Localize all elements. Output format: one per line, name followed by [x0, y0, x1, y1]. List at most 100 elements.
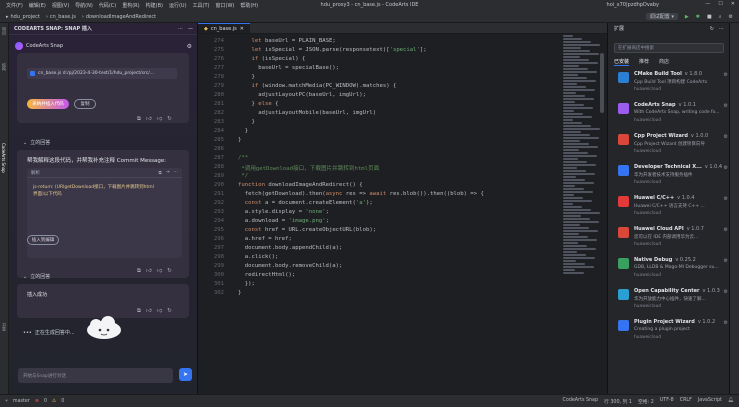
code-line[interactable]: adjustLayoutPC(baseUrl, imgUrl);: [238, 92, 366, 98]
extension-item[interactable]: Cpp Project Wizard v 1.0.0 Cpp Project Wiz…: [618, 132, 728, 162]
code-line[interactable]: fetch(getDownload).then(async res => awa…: [238, 191, 484, 197]
tab-store[interactable]: 商店: [659, 58, 669, 66]
close-tab-icon[interactable]: ✕: [240, 26, 244, 32]
insert-to-editor-button[interactable]: 插入到编辑: [27, 235, 59, 245]
gear-icon[interactable]: ⚙: [724, 72, 728, 78]
encoding[interactable]: UTF-8: [660, 398, 674, 405]
checkbox-icon[interactable]: [30, 71, 35, 76]
code-line[interactable]: const a = document.createElement('a');: [238, 200, 373, 206]
gear-icon[interactable]: ⚙: [724, 320, 728, 326]
minimap[interactable]: [563, 34, 603, 294]
extension-item[interactable]: CMake Build Tool v 1.8.0 Cpp Build Tool 项目…: [618, 70, 728, 100]
code-line[interactable]: let isSpecial = JSON.parse(responsetext)…: [238, 47, 426, 53]
copy-icon[interactable]: ⧉: [137, 268, 141, 275]
error-icon[interactable]: ⊗: [35, 399, 39, 404]
code-line[interactable]: a.click();: [238, 254, 279, 260]
line-ending[interactable]: CRLF: [680, 398, 692, 405]
search-icon[interactable]: ⌕: [719, 14, 722, 20]
send-button[interactable]: ➤: [179, 368, 192, 381]
refresh-icon[interactable]: ↻: [710, 26, 714, 32]
section-header[interactable]: ⌄ 立的回答: [23, 273, 50, 281]
code-line[interactable]: }: [238, 290, 241, 296]
adopt-insert-button[interactable]: 采纳并插入代码: [27, 99, 69, 109]
error-count[interactable]: 0: [44, 399, 47, 404]
code-line[interactable]: document.body.appendChild(a);: [238, 245, 343, 251]
tool-window-structure[interactable]: 结构: [1, 63, 7, 71]
warning-count[interactable]: 0: [61, 399, 64, 404]
gear-icon[interactable]: ⚙: [724, 134, 728, 140]
stop-icon[interactable]: ■: [707, 14, 712, 20]
code-line[interactable]: */: [238, 173, 248, 179]
settings-icon[interactable]: ⚙: [187, 43, 192, 50]
gear-icon[interactable]: ⚙: [724, 165, 728, 171]
thumbs-down-icon[interactable]: 👎︎: [157, 308, 163, 315]
code-line[interactable]: a.style.display = 'none';: [238, 209, 329, 215]
snap-status[interactable]: CodeArts Snap: [563, 398, 599, 405]
code-line[interactable]: baseUrl = specialBase();: [238, 65, 339, 71]
extension-item[interactable]: Huawei Cloud API v 1.0.7 您可以在 IDE 内部调用华为云.…: [618, 225, 728, 255]
code-line[interactable]: if (isSpecial) {: [238, 56, 305, 62]
code-line[interactable]: adjustLayoutMobile(baseUrl, imgUrl): [238, 110, 376, 116]
notifications-icon[interactable]: 🔔︎: [728, 398, 734, 405]
file-reference[interactable]: cn_base.js d:/pj/2023-4-30-test/1/hdu_pr…: [27, 68, 177, 79]
more-icon[interactable]: ⋯: [174, 170, 179, 176]
copy-button[interactable]: 复制: [74, 99, 96, 109]
refresh-icon[interactable]: ↻: [167, 116, 172, 123]
extension-item[interactable]: Native Debug v 0.25.2 GDB, LLDB & Mago-MI …: [618, 256, 728, 286]
menu-item[interactable]: 重构(R): [122, 3, 139, 9]
extension-item[interactable]: Developer Technical X... v 1.0.4 华为开发者技术支持…: [618, 163, 728, 193]
breadcrumb-item[interactable]: › cn_base.js: [46, 14, 76, 20]
menu-item[interactable]: 代码(C): [99, 3, 116, 9]
thumbs-up-icon[interactable]: 👍︎: [146, 268, 152, 275]
extension-item[interactable]: Plugin Project Wizard v 1.0.2 Creating a p…: [618, 318, 728, 348]
minimize-icon[interactable]: —: [705, 1, 710, 7]
code-line[interactable]: const href = URL.createObjectURL(blob);: [238, 227, 376, 233]
tab-recommended[interactable]: 推荐: [639, 58, 649, 66]
gear-icon[interactable]: ⚙: [724, 227, 728, 233]
breadcrumb-item[interactable]: ▸ hdu_project: [6, 14, 40, 20]
menu-item[interactable]: 工具(T): [193, 3, 210, 9]
breadcrumb-item[interactable]: › downloadImageAndRedirect: [82, 14, 156, 20]
code-area[interactable]: 274 let baseUrl = PLAIN_BASE; 275 let isS…: [198, 34, 558, 394]
code-line[interactable]: }: [238, 119, 254, 125]
run-config-select[interactable]: 调试配置 ▾: [645, 13, 678, 20]
debug-icon[interactable]: ✱: [696, 14, 700, 20]
chat-input[interactable]: 开始与Snap进行对话: [18, 368, 173, 383]
code-line[interactable]: function downloadImageAndRedirect() {: [238, 182, 363, 188]
gear-icon[interactable]: ⚙: [724, 103, 728, 109]
cursor-position[interactable]: 行 300, 列 1: [604, 398, 632, 405]
refresh-icon[interactable]: ↻: [167, 268, 172, 275]
extension-item[interactable]: Open Capability Center v 1.0.3 华为开放能力中心插件，…: [618, 287, 728, 317]
code-line[interactable]: a.href = href;: [238, 236, 292, 242]
thumbs-up-icon[interactable]: 👍︎: [146, 116, 152, 123]
refresh-icon[interactable]: ↻: [167, 308, 172, 315]
tab-cn-base[interactable]: ◆ cn_base.js ✕: [198, 23, 250, 33]
scrollbar[interactable]: [600, 53, 604, 113]
extension-item[interactable]: CodeArts Snap v 1.0.1 With CodeArts Snap, …: [618, 101, 728, 131]
menu-item[interactable]: 导航(N): [75, 3, 93, 9]
gear-icon[interactable]: ⚙: [724, 289, 728, 295]
indentation[interactable]: 空格: 2: [638, 398, 654, 405]
extension-search-input[interactable]: 在扩展商店中搜索: [614, 43, 724, 53]
tab-installed[interactable]: 已安装: [614, 58, 630, 66]
menu-item[interactable]: 构建(B): [146, 3, 163, 9]
menu-item[interactable]: 帮助(H): [240, 3, 258, 9]
more-icon[interactable]: ⋯: [719, 26, 724, 32]
maximize-icon[interactable]: ☐: [718, 1, 722, 7]
tool-window-snap[interactable]: CodeArts Snap: [1, 143, 6, 173]
minimize-panel-icon[interactable]: —: [188, 26, 193, 32]
code-line[interactable]: }: [238, 74, 254, 80]
code-line[interactable]: }: [238, 128, 248, 134]
extension-item[interactable]: Huawei C/C++ v 1.0.4 Huawei C/C++ 语言支持 C++…: [618, 194, 728, 224]
code-line[interactable]: redirectHtml();: [238, 272, 296, 278]
thumbs-down-icon[interactable]: 👎︎: [157, 268, 163, 275]
run-icon[interactable]: ▶: [685, 14, 689, 20]
tool-window-project[interactable]: 项目: [1, 27, 7, 35]
gear-icon[interactable]: ⚙: [724, 196, 728, 202]
close-icon[interactable]: ✕: [731, 1, 735, 7]
user-account[interactable]: hoi_x70|pzdhpDvaby: [607, 2, 659, 8]
code-line[interactable]: if (window.matchMedia(PC_WINDOW).matches…: [238, 83, 396, 89]
menu-item[interactable]: 编辑(E): [29, 3, 46, 9]
code-line[interactable]: }: [238, 137, 241, 143]
code-line[interactable]: let baseUrl = PLAIN_BASE;: [238, 38, 335, 44]
